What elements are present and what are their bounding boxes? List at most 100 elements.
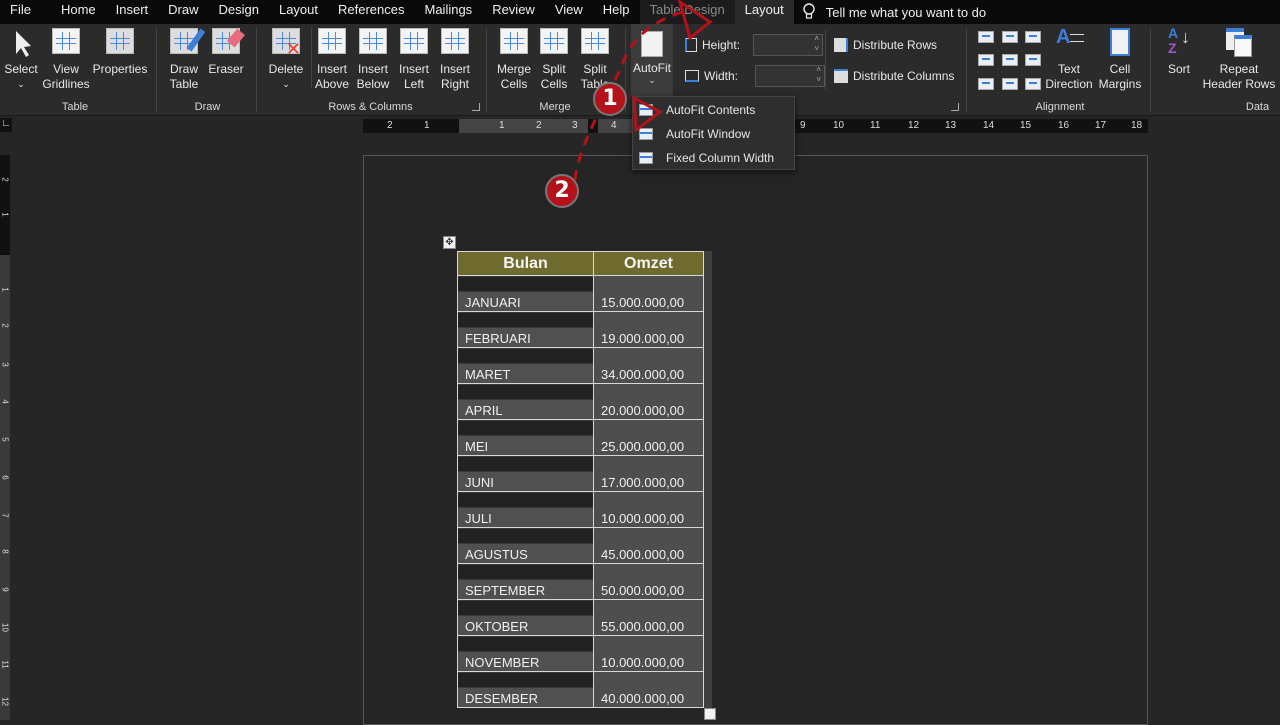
tab-help[interactable]: Help <box>593 0 640 24</box>
view-gridlines-button[interactable]: View Gridlines <box>42 28 90 92</box>
repeat-header-rows-button[interactable]: Repeat Header Rows <box>1201 28 1277 92</box>
cell-omzet[interactable]: 25.000.000,00 <box>593 419 704 456</box>
cell-bulan[interactable]: MARET <box>457 347 594 384</box>
cell-omzet[interactable]: 50.000.000,00 <box>593 563 704 600</box>
cell-bulan[interactable]: OKTOBER <box>457 599 594 636</box>
table-resize-handle[interactable] <box>704 708 716 720</box>
group-label-draw: Draw <box>194 101 221 113</box>
cell-bulan[interactable]: APRIL <box>457 383 594 420</box>
cell-omzet[interactable]: 34.000.000,00 <box>593 347 704 384</box>
align-bottom-right-icon[interactable] <box>1025 78 1041 90</box>
cell-omzet[interactable]: 19.000.000,00 <box>593 311 704 348</box>
header-omzet[interactable]: Omzet <box>593 251 704 276</box>
menu-item-autofit-window[interactable]: AutoFit Window <box>633 122 796 146</box>
sort-label: Sort <box>1167 62 1190 76</box>
insert-above-button[interactable]: Insert Above <box>313 28 351 92</box>
tell-me-search[interactable]: Tell me what you want to do <box>802 3 986 21</box>
cell-omzet[interactable]: 10.000.000,00 <box>593 635 704 672</box>
height-input[interactable] <box>753 34 824 56</box>
insert-below-button[interactable]: Insert Below <box>354 28 392 92</box>
cell-bulan[interactable]: AGUSTUS <box>457 527 594 564</box>
tab-references[interactable]: References <box>328 0 414 24</box>
align-top-left-icon[interactable] <box>978 31 994 43</box>
cell-omzet[interactable]: 10.000.000,00 <box>593 491 704 528</box>
month-text: NOVEMBER <box>465 655 540 670</box>
split-cells-button[interactable]: Split Cells <box>536 28 572 92</box>
cell-omzet[interactable]: 15.000.000,00 <box>593 275 704 312</box>
cell-bulan[interactable]: JULI <box>457 491 594 528</box>
tab-selector[interactable]: ∟ <box>0 118 12 132</box>
tab-table-design[interactable]: Table Design <box>639 0 735 24</box>
insert-left-icon <box>399 28 429 58</box>
sort-button[interactable]: A Z ↓ Sort <box>1159 25 1199 77</box>
cell-margins-button[interactable]: Cell Margins <box>1096 28 1144 92</box>
tab-home[interactable]: Home <box>41 0 106 24</box>
tab-review[interactable]: Review <box>482 0 545 24</box>
tab-mailings[interactable]: Mailings <box>415 0 483 24</box>
align-top-center-icon[interactable] <box>1002 31 1018 43</box>
ruler-column-marker[interactable] <box>588 119 598 133</box>
align-top-right-icon[interactable] <box>1025 31 1041 43</box>
cell-bulan[interactable]: DESEMBER <box>457 671 594 708</box>
tab-draw[interactable]: Draw <box>158 0 208 24</box>
sort-az-icon: A Z ↓ <box>1168 25 1190 56</box>
align-center-right-icon[interactable] <box>1025 54 1041 66</box>
ruler-tick: 16 <box>1058 120 1070 131</box>
merge-cells-label-2: Cells <box>500 77 528 91</box>
cell-bulan[interactable]: NOVEMBER <box>457 635 594 672</box>
cell-bulan[interactable]: FEBRUARI <box>457 311 594 348</box>
cell-bulan[interactable]: JUNI <box>457 455 594 492</box>
menu-item-autofit-contents[interactable]: AutoFit Contents <box>633 98 796 122</box>
cell-omzet[interactable]: 20.000.000,00 <box>593 383 704 420</box>
data-table[interactable]: Bulan Omzet JANUARI 15.000.000,00 FEBRUARI… <box>457 251 704 708</box>
width-input[interactable] <box>755 65 826 87</box>
group-label-rows-columns: Rows & Columns <box>328 101 413 113</box>
insert-below-icon <box>358 28 388 58</box>
table-move-handle-icon[interactable]: ✥ <box>443 236 456 249</box>
rows-columns-launcher-icon[interactable] <box>472 103 480 111</box>
cell-bulan[interactable]: JANUARI <box>457 275 594 312</box>
distribute-columns-label: Distribute Columns <box>853 69 955 83</box>
cell-omzet[interactable]: 17.000.000,00 <box>593 455 704 492</box>
cell-omzet[interactable]: 45.000.000,00 <box>593 527 704 564</box>
separator <box>311 28 312 88</box>
delete-button[interactable]: ✕ Delete ⌄ <box>262 28 310 92</box>
align-bottom-center-icon[interactable] <box>1002 78 1018 90</box>
vertical-ruler[interactable]: 2 1 1 2 3 4 5 6 7 8 9 10 11 12 <box>0 155 10 720</box>
insert-left-button[interactable]: Insert Left <box>396 28 432 92</box>
cell-bulan[interactable]: SEPTEMBER <box>457 563 594 600</box>
merge-cells-button[interactable]: Merge Cells <box>494 28 534 92</box>
cell-size-launcher-icon[interactable] <box>951 103 959 111</box>
tab-view[interactable]: View <box>545 0 593 24</box>
autofit-button[interactable]: AutoFit ⌄ <box>631 24 673 96</box>
view-gridlines-label-1: View <box>53 62 79 76</box>
cell-omzet[interactable]: 40.000.000,00 <box>593 671 704 708</box>
eraser-button[interactable]: Eraser <box>208 28 245 77</box>
tab-layout[interactable]: Layout <box>269 0 328 24</box>
tell-me-text: Tell me what you want to do <box>825 4 987 20</box>
cell-margins-label-2: Margins <box>1098 77 1142 91</box>
align-bottom-left-icon[interactable] <box>978 78 994 90</box>
text-direction-button[interactable]: A Text Direction <box>1044 27 1094 92</box>
ruler-tick: 11 <box>870 120 881 131</box>
cell-omzet[interactable]: 55.000.000,00 <box>593 599 704 636</box>
draw-table-button[interactable]: Draw Table <box>166 28 206 92</box>
cell-bulan[interactable]: MEI <box>457 419 594 456</box>
tab-table-layout[interactable]: Layout <box>734 0 794 24</box>
insert-right-button[interactable]: Insert Right <box>436 28 474 92</box>
align-center-icon[interactable] <box>1002 54 1018 66</box>
tab-file[interactable]: File <box>0 0 41 24</box>
properties-button[interactable]: Properties <box>92 28 148 77</box>
distribute-rows-button[interactable]: Distribute Rows <box>834 38 937 52</box>
ruler-tick: 18 <box>1131 120 1143 131</box>
tab-insert[interactable]: Insert <box>106 0 159 24</box>
pointer-icon <box>6 28 36 58</box>
tab-design[interactable]: Design <box>209 0 269 24</box>
header-bulan[interactable]: Bulan <box>457 251 594 276</box>
ruler-tick: 12 <box>0 697 10 706</box>
select-button[interactable]: Select ⌄ <box>4 28 38 92</box>
distribute-columns-button[interactable]: Distribute Columns <box>834 69 954 83</box>
eraser-icon <box>211 28 245 58</box>
align-center-left-icon[interactable] <box>978 54 994 66</box>
menu-item-fixed-column-width[interactable]: Fixed Column Width <box>633 146 796 170</box>
